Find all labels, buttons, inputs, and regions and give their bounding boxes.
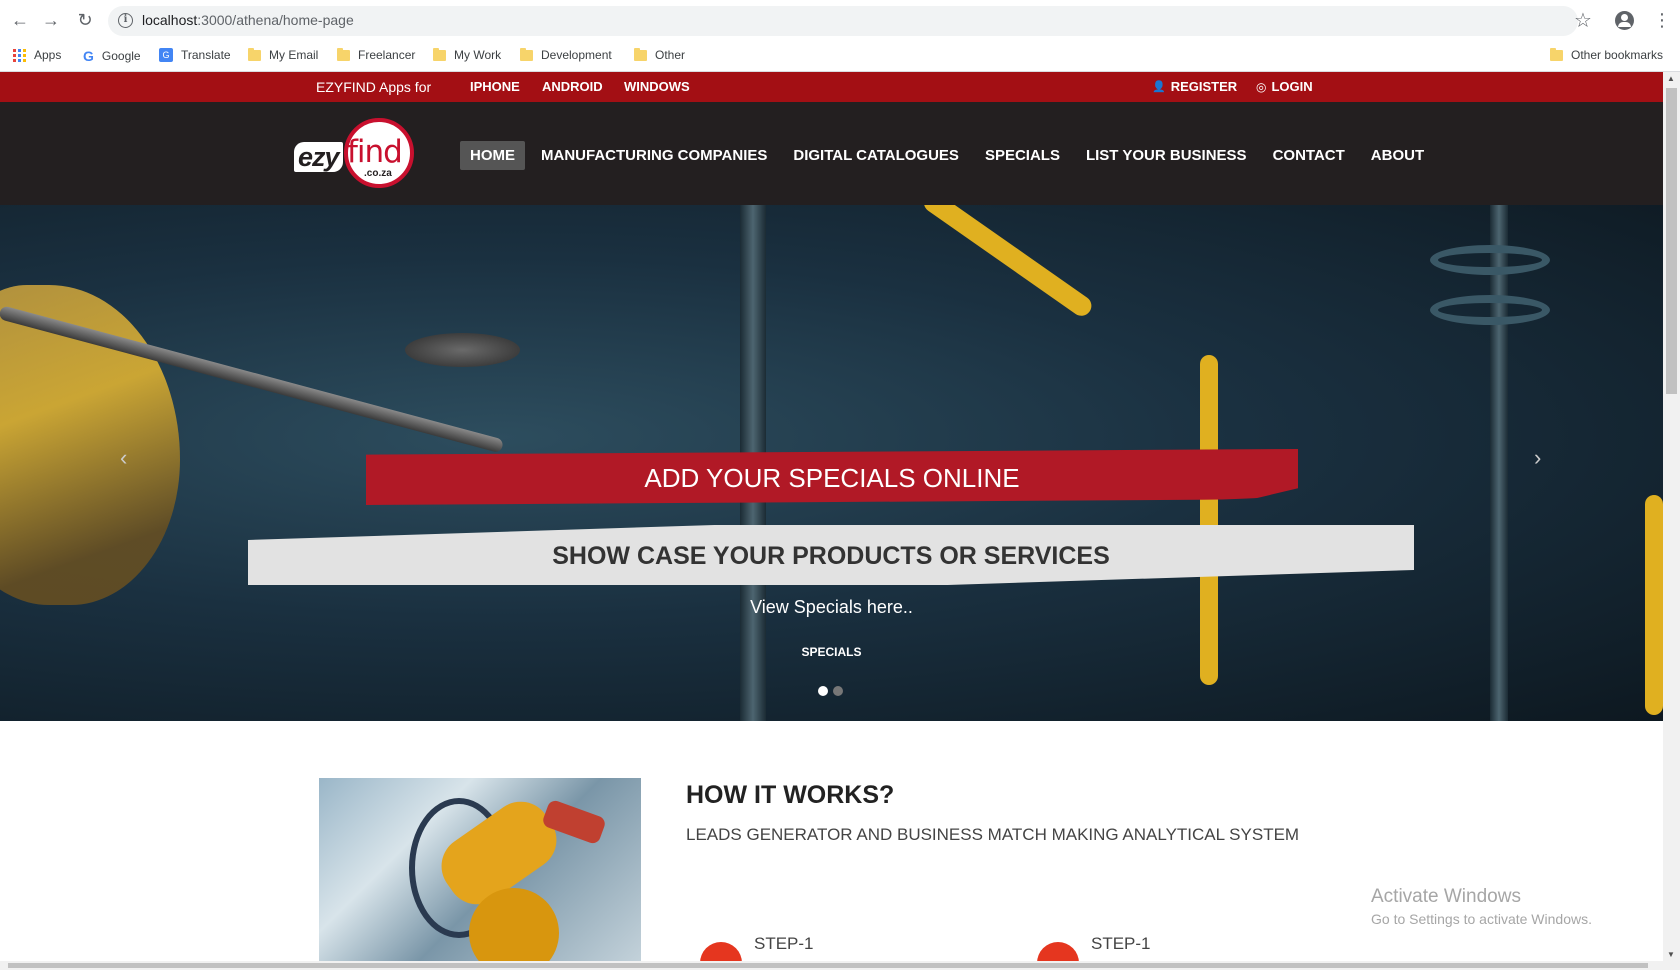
carousel-prev-icon[interactable]: ‹ [120, 445, 127, 471]
iphone-link[interactable]: IPHONE [470, 79, 520, 94]
scroll-down-icon[interactable]: ▼ [1667, 950, 1675, 959]
scrollbar-thumb[interactable] [8, 963, 1648, 968]
bookmark-apps[interactable]: Apps [13, 48, 61, 62]
bookmark-other[interactable]: Other [634, 47, 686, 62]
folder-icon [1550, 47, 1563, 61]
bookmark-star-icon[interactable]: ☆ [1574, 8, 1592, 33]
horizontal-scrollbar[interactable] [0, 961, 1663, 970]
windows-activation-watermark: Activate Windows Go to Settings to activ… [1371, 886, 1592, 927]
step-label: STEP-1 [754, 934, 814, 953]
apps-for-label: EZYFIND Apps for [316, 79, 432, 95]
windows-link[interactable]: WINDOWS [624, 79, 690, 94]
section-tagline: LEADS GENERATOR AND BUSINESS MATCH MAKIN… [686, 825, 1300, 844]
folder-icon [337, 47, 350, 61]
robot-arm-image [319, 778, 641, 970]
carousel-dot-2[interactable] [833, 686, 843, 696]
hero-yellow-tube-graphic [1200, 355, 1218, 685]
user-plus-icon: 👤 [1152, 81, 1166, 93]
vertical-scrollbar[interactable]: ▲ ▼ [1663, 72, 1680, 970]
forward-icon[interactable]: → [41, 10, 61, 30]
hero-headline: ADD YOUR SPECIALS ONLINE [644, 463, 1020, 493]
register-label: REGISTER [1170, 79, 1238, 94]
menu-kebab-icon[interactable]: ⋮ [1653, 9, 1671, 31]
bookmark-label: Other bookmarks [1571, 48, 1664, 62]
folder-icon [634, 47, 647, 61]
url-text[interactable]: localhost:3000/athena/home-page [142, 12, 354, 28]
carousel-next-icon[interactable]: › [1534, 445, 1541, 471]
bookmark-development[interactable]: Development [520, 47, 612, 62]
folder-icon [248, 47, 261, 61]
bookmark-my-work[interactable]: My Work [433, 47, 502, 62]
bookmark-translate[interactable]: G Translate [159, 48, 231, 62]
hero-yellow-tube-graphic [920, 205, 1096, 320]
bookmark-my-email[interactable]: My Email [248, 47, 319, 62]
scroll-up-icon[interactable]: ▲ [1667, 74, 1675, 83]
nav-specials[interactable]: SPECIALS [975, 141, 1070, 170]
fingerprint-icon: ◎ [1256, 79, 1267, 94]
hero-spoon-graphic [405, 333, 520, 367]
top-bar: EZYFIND Apps for IPHONE ANDROID WINDOWS … [0, 72, 1663, 102]
bookmarks-bar: Apps G Google G Translate My Email Freel… [0, 40, 1680, 72]
logo-find-text: find [347, 134, 403, 170]
url-host: localhost [142, 12, 198, 28]
folder-icon [433, 47, 446, 61]
hero-subheadline: SHOW CASE YOUR PRODUCTS OR SERVICES [552, 542, 1110, 570]
web-page: EZYFIND Apps for IPHONE ANDROID WINDOWS … [0, 72, 1663, 970]
watermark-line-1: Activate Windows [1371, 886, 1521, 907]
profile-icon[interactable] [1615, 11, 1634, 30]
how-it-works-section: HOW IT WORKS? LEADS GENERATOR AND BUSINE… [0, 721, 1663, 970]
bookmark-label: My Email [269, 48, 319, 62]
bookmark-freelancer[interactable]: Freelancer [337, 47, 416, 62]
bookmark-google[interactable]: G Google [83, 48, 141, 64]
google-icon: G [83, 48, 94, 64]
logo-coza-text: .co.za [364, 168, 392, 179]
watermark-line-2: Go to Settings to activate Windows. [1371, 911, 1592, 927]
hero-coil-graphic [1430, 295, 1550, 325]
nav-contact[interactable]: CONTACT [1263, 141, 1355, 170]
scrollbar-thumb[interactable] [1666, 88, 1677, 394]
bookmark-label: Freelancer [358, 48, 416, 62]
carousel-dot-1[interactable] [818, 686, 828, 696]
nav-digital-catalogues[interactable]: DIGITAL CATALOGUES [783, 141, 969, 170]
bookmark-label: Translate [181, 48, 231, 62]
browser-toolbar: ← → ↻ i localhost:3000/athena/home-page … [0, 0, 1680, 40]
login-link[interactable]: ◎ LOGIN [1256, 79, 1313, 94]
nav-home[interactable]: HOME [460, 141, 525, 170]
login-label: LOGIN [1271, 79, 1313, 94]
back-icon[interactable]: ← [10, 10, 30, 30]
bookmark-other-bookmarks[interactable]: Other bookmarks [1550, 47, 1664, 62]
android-link[interactable]: ANDROID [542, 79, 603, 94]
hero-specials-link[interactable]: SPECIALS [0, 645, 1663, 659]
bookmark-label: Other [655, 48, 686, 62]
step-label: STEP-1 [1091, 934, 1151, 953]
hero-coil-graphic [1430, 245, 1550, 275]
main-menu: HOME MANUFACTURING COMPANIES DIGITAL CAT… [460, 141, 1440, 170]
url-path: :3000/athena/home-page [197, 12, 354, 28]
logo-ezy-text: ezy [294, 142, 343, 172]
translate-icon: G [159, 48, 173, 62]
site-info-icon[interactable]: i [118, 13, 133, 28]
carousel-indicators [818, 686, 843, 696]
bookmark-label: My Work [454, 48, 502, 62]
hero-carousel: ‹ › ADD YOUR SPECIALS ONLINE SHOW CASE Y… [0, 205, 1663, 721]
folder-icon [520, 47, 533, 61]
reload-icon[interactable]: ↻ [75, 10, 95, 30]
nav-about[interactable]: ABOUT [1361, 141, 1434, 170]
nav-list-your-business[interactable]: LIST YOUR BUSINESS [1076, 141, 1257, 170]
register-link[interactable]: 👤 REGISTER [1152, 79, 1237, 94]
bookmark-label: Google [101, 49, 141, 63]
address-bar[interactable]: i localhost:3000/athena/home-page [108, 6, 1578, 36]
hero-text: View Specials here.. [750, 597, 913, 617]
ezyfind-logo[interactable]: find .co.za ezy [292, 118, 414, 190]
nav-manufacturing-companies[interactable]: MANUFACTURING COMPANIES [531, 141, 777, 170]
bookmark-label: Development [541, 48, 612, 62]
apps-grid-icon [13, 48, 26, 62]
bookmark-label: Apps [34, 48, 62, 62]
hero-pipe-graphic [1490, 205, 1508, 721]
section-title: HOW IT WORKS? [686, 781, 895, 809]
main-navbar: find .co.za ezy HOME MANUFACTURING COMPA… [0, 102, 1663, 205]
